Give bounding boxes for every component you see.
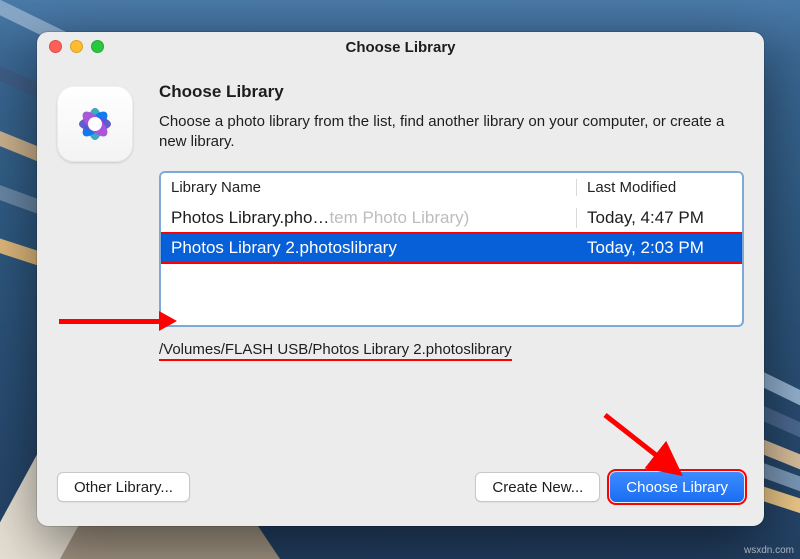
table-row[interactable]: Photos Library.pho… tem Photo Library) T… [161,203,742,233]
dialog-heading: Choose Library [159,82,744,102]
close-icon[interactable] [49,40,62,53]
watermark: wsxdn.com [744,545,794,556]
titlebar: Choose Library [37,32,764,62]
library-table: Library Name Last Modified Photos Librar… [159,171,744,327]
table-row-selected[interactable]: Photos Library 2.photoslibrary Today, 2:… [161,233,742,263]
library-path: /Volumes/FLASH USB/Photos Library 2.phot… [159,341,512,361]
minimize-icon[interactable] [70,40,83,53]
library-name-suffix: tem Photo Library) [329,208,469,228]
create-new-button[interactable]: Create New... [475,472,600,502]
dialog-subtext: Choose a photo library from the list, fi… [159,112,744,153]
library-name-text: Photos Library.pho… [171,208,329,228]
window-title: Choose Library [345,39,455,56]
library-name-text: Photos Library 2.photoslibrary [161,238,576,258]
column-header-name[interactable]: Library Name [161,179,576,196]
annotation-arrow [600,410,720,500]
photos-app-icon [57,86,133,162]
window-controls [49,40,104,53]
table-header: Library Name Last Modified [161,173,742,203]
column-header-modified[interactable]: Last Modified [576,179,742,196]
other-library-button[interactable]: Other Library... [57,472,190,502]
library-modified-text: Today, 4:47 PM [576,208,742,228]
library-modified-text: Today, 2:03 PM [576,238,742,258]
zoom-icon[interactable] [91,40,104,53]
